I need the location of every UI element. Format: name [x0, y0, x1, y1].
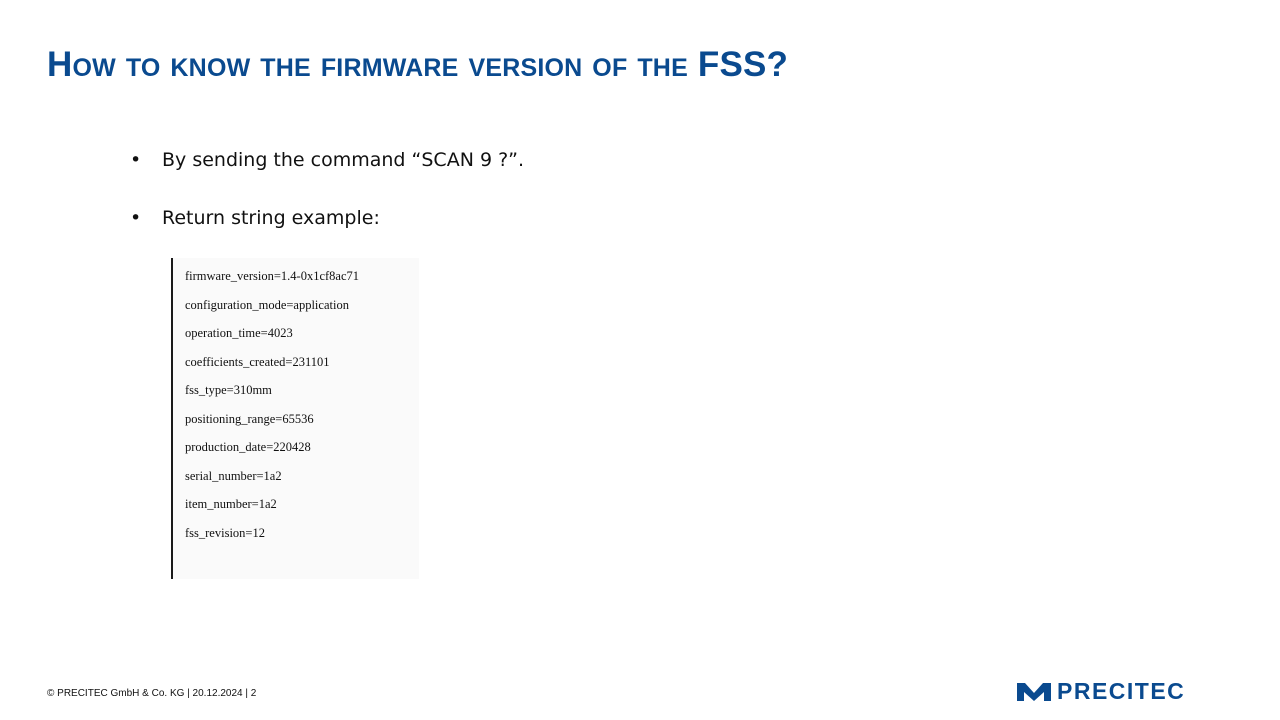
bullet-list: • By sending the command “SCAN 9 ?”. • R… [130, 146, 524, 262]
bullet-item: • Return string example: [130, 204, 524, 262]
return-line: operation_time=4023 [185, 326, 293, 340]
logo-text: PRECITEC [1057, 678, 1186, 704]
return-line: fss_type=310mm [185, 383, 272, 397]
footer-copyright: © PRECITEC GmbH & Co. KG | 20.12.2024 | … [47, 688, 257, 699]
bullet-icon: • [130, 207, 142, 229]
slide-title: How to know the firmware version of the … [47, 45, 789, 84]
return-line: serial_number=1a2 [185, 468, 282, 483]
return-line: production_date=220428 [185, 440, 311, 454]
return-line: coefficients_created=231101 [185, 354, 330, 369]
bullet-text: By sending the command “SCAN 9 ?”. [162, 149, 525, 171]
bullet-item: • By sending the command “SCAN 9 ?”. [130, 146, 524, 204]
return-line: configuration_mode=application [185, 297, 349, 312]
bullet-text: Return string example: [162, 207, 380, 229]
return-string-example: firmware_version=1.4-0x1cf8ac71 configur… [171, 258, 419, 579]
return-line: fss_revision=12 [185, 525, 265, 540]
return-line: firmware_version=1.4-0x1cf8ac71 [185, 269, 359, 283]
bullet-icon: • [130, 149, 142, 171]
precitec-logo-mark-icon [1017, 683, 1051, 701]
precitec-logo: PRECITEC [1017, 678, 1186, 704]
return-line: positioning_range=65536 [185, 411, 314, 426]
return-line: item_number=1a2 [185, 497, 277, 511]
